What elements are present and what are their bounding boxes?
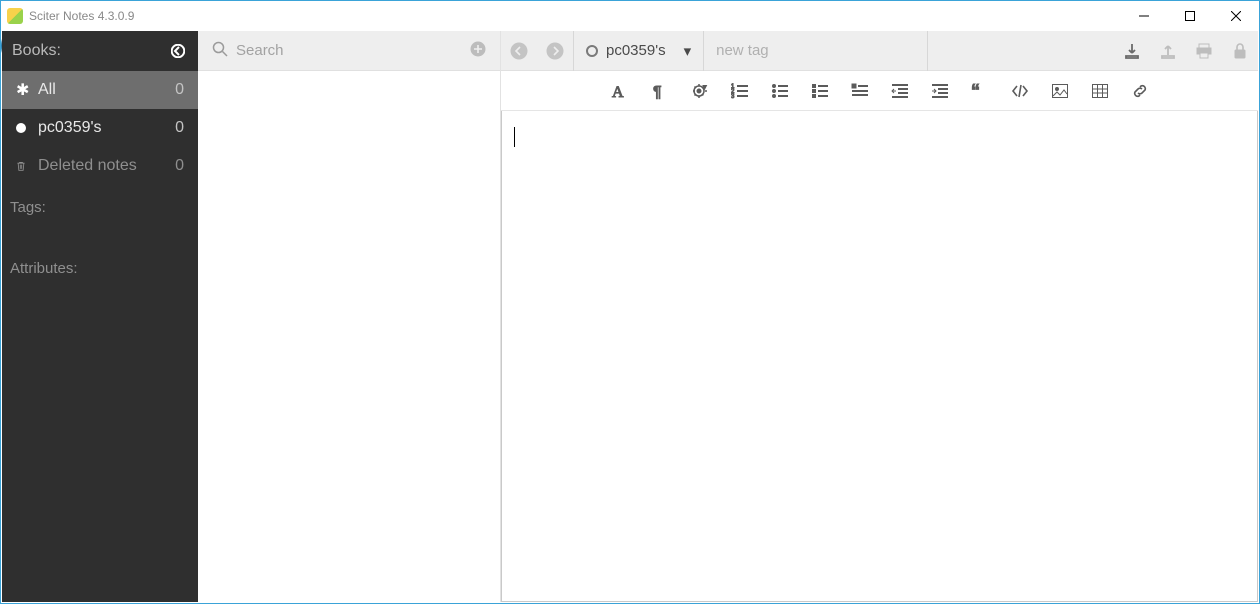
- paragraph-button[interactable]: ¶: [650, 81, 670, 101]
- download-icon: [1123, 42, 1141, 60]
- plus-circle-icon: [470, 41, 486, 57]
- nav-forward-button[interactable]: [537, 31, 573, 71]
- font-icon: A: [611, 82, 629, 100]
- circle-arrow-left-icon: [510, 42, 528, 60]
- sidebar-item-label: All: [38, 81, 56, 99]
- print-icon: [1195, 42, 1213, 60]
- maximize-icon: [1185, 11, 1195, 21]
- settings-button[interactable]: ▾: [690, 81, 710, 101]
- search-icon: [212, 41, 228, 60]
- sidebar-item-deleted[interactable]: Deleted notes 0: [2, 147, 198, 185]
- table-icon: [1091, 82, 1109, 100]
- book-selector[interactable]: pc0359's ▾: [573, 31, 704, 71]
- outdent-button[interactable]: [890, 81, 910, 101]
- sidebar-item-label: pc0359's: [38, 119, 102, 137]
- image-icon: [1051, 82, 1069, 100]
- sidebar-item-count: 0: [175, 157, 184, 175]
- add-note-button[interactable]: [470, 41, 486, 60]
- numbered-list-button[interactable]: 123: [730, 81, 750, 101]
- dl-icon: [851, 82, 869, 100]
- table-button[interactable]: [1090, 81, 1110, 101]
- ul-icon: [771, 82, 789, 100]
- format-toolbar: A ¶ ▾ 123 “: [501, 71, 1258, 111]
- sidebar-header: Books:: [2, 31, 198, 71]
- ol-icon: 123: [731, 82, 749, 100]
- sidebar-item-all[interactable]: ✱ All 0: [2, 71, 198, 109]
- ul2-icon: [811, 82, 829, 100]
- sidebar-header-label: Books:: [12, 42, 61, 60]
- window-title: Sciter Notes 4.3.0.9: [29, 9, 134, 23]
- tag-input[interactable]: [704, 31, 928, 71]
- minimize-button[interactable]: [1121, 1, 1167, 31]
- book-selector-label: pc0359's: [606, 42, 666, 59]
- search-bar: [198, 31, 500, 71]
- maximize-button[interactable]: [1167, 1, 1213, 31]
- minimize-icon: [1139, 11, 1149, 21]
- titlebar: Sciter Notes 4.3.0.9: [1, 1, 1259, 31]
- close-icon: [1231, 11, 1241, 21]
- svg-text:¶: ¶: [653, 84, 662, 100]
- bullet-list2-button[interactable]: [810, 81, 830, 101]
- lock-icon: [1231, 42, 1249, 60]
- sidebar-item-count: 0: [175, 81, 184, 99]
- sidebar-item-count: 0: [175, 119, 184, 137]
- collapse-sidebar-button[interactable]: [168, 41, 188, 61]
- bullet-list-button[interactable]: [770, 81, 790, 101]
- quote-button[interactable]: “: [970, 81, 990, 101]
- font-button[interactable]: A: [610, 81, 630, 101]
- link-button[interactable]: [1130, 81, 1150, 101]
- attributes-section-label: Attributes:: [2, 246, 198, 281]
- trash-icon: [16, 159, 38, 173]
- back-arrow-icon: [171, 44, 185, 58]
- sidebar: Books: ✱ All 0 pc0359's 0 Deleted notes …: [2, 31, 198, 602]
- svg-text:3: 3: [731, 94, 735, 100]
- quote-icon: “: [971, 82, 989, 100]
- sidebar-item-pc0359[interactable]: pc0359's 0: [2, 109, 198, 147]
- download-button[interactable]: [1114, 31, 1150, 71]
- svg-text:▾: ▾: [703, 84, 707, 91]
- link-icon: [1131, 82, 1149, 100]
- note-list-panel: [198, 31, 501, 602]
- app-icon: [7, 8, 23, 24]
- dot-icon: [16, 123, 38, 133]
- star-icon: ✱: [16, 80, 38, 100]
- indent-icon: [931, 82, 949, 100]
- editor-topbar: pc0359's ▾: [501, 31, 1258, 71]
- print-button[interactable]: [1186, 31, 1222, 71]
- upload-icon: [1159, 42, 1177, 60]
- caret-down-icon: ▾: [684, 42, 692, 60]
- definition-list-button[interactable]: [850, 81, 870, 101]
- svg-text:“: “: [971, 82, 980, 100]
- editor-content[interactable]: [501, 111, 1258, 602]
- svg-text:A: A: [612, 84, 624, 100]
- tags-section-label: Tags:: [2, 185, 198, 220]
- image-button[interactable]: [1050, 81, 1070, 101]
- circle-arrow-right-icon: [546, 42, 564, 60]
- editor-panel: pc0359's ▾ A ¶ ▾ 123: [501, 31, 1258, 602]
- sidebar-item-label: Deleted notes: [38, 157, 137, 175]
- code-button[interactable]: [1010, 81, 1030, 101]
- close-button[interactable]: [1213, 1, 1259, 31]
- nav-back-button[interactable]: [501, 31, 537, 71]
- pilcrow-icon: ¶: [651, 82, 669, 100]
- upload-button[interactable]: [1150, 31, 1186, 71]
- search-input[interactable]: [236, 42, 470, 59]
- code-icon: [1011, 82, 1029, 100]
- indent-button[interactable]: [930, 81, 950, 101]
- book-dot-icon: [586, 45, 598, 57]
- gear-icon: ▾: [691, 82, 709, 100]
- outdent-icon: [891, 82, 909, 100]
- lock-button[interactable]: [1222, 31, 1258, 71]
- text-cursor: [514, 127, 515, 147]
